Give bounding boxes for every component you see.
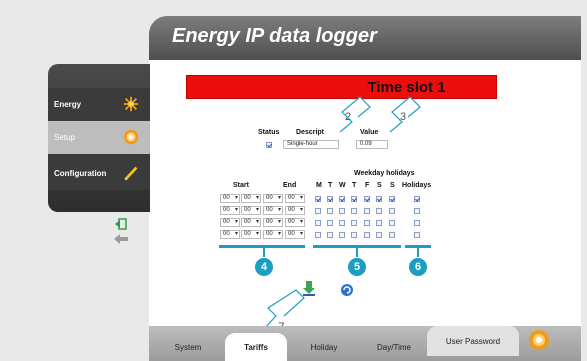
weekday-checkbox[interactable] (389, 196, 395, 202)
holiday-checkbox[interactable] (414, 220, 420, 226)
day-header-m: M (316, 182, 322, 189)
day-header-f: F (365, 182, 370, 189)
refresh-icon[interactable] (340, 283, 354, 297)
end-header: End (283, 182, 297, 189)
holiday-checkbox[interactable] (414, 196, 420, 202)
weekday-checkbox[interactable] (389, 220, 395, 226)
time-select[interactable]: 00 (263, 194, 283, 203)
weekday-checkbox[interactable] (315, 232, 321, 238)
callout-badge-4: 4 (255, 258, 273, 276)
header-panel: Energy IP data logger (149, 16, 581, 60)
tab-holiday[interactable]: Holiday (294, 333, 354, 361)
weekday-holidays-header: Weekday holidays (354, 170, 415, 177)
status-header: Status (258, 129, 280, 136)
time-select[interactable]: 00 (241, 206, 261, 215)
weekday-checkbox[interactable] (389, 232, 395, 238)
weekday-checkbox[interactable] (376, 220, 382, 226)
weekday-checkbox[interactable] (364, 196, 370, 202)
weekday-checkbox[interactable] (364, 232, 370, 238)
settings-gear-icon[interactable] (527, 328, 551, 352)
day-header-t2: T (352, 182, 357, 189)
tab-user-password[interactable]: User Password (427, 326, 519, 356)
weekday-checkbox[interactable] (327, 220, 333, 226)
time-select[interactable]: 00 (220, 230, 240, 239)
time-select[interactable]: 00 (285, 194, 305, 203)
setup-gear-icon (123, 129, 139, 145)
exit-icon[interactable] (114, 218, 128, 230)
weekday-checkbox[interactable] (351, 208, 357, 214)
start-header: Start (233, 182, 249, 189)
app-title: Energy IP data logger (172, 25, 377, 47)
sidebar-item-label: Energy (54, 100, 82, 109)
time-select[interactable]: 00 (263, 218, 283, 227)
day-header-s2: S (390, 182, 395, 189)
weekday-checkbox[interactable] (315, 196, 321, 202)
callout-3-label: 3 (400, 111, 407, 123)
day-header-s: S (377, 182, 382, 189)
callout-badge-6: 6 (409, 258, 427, 276)
weekday-checkbox[interactable] (315, 208, 321, 214)
day-header-t: T (328, 182, 333, 189)
tab-system[interactable]: System (163, 333, 213, 361)
callout-line-4 (219, 245, 305, 248)
sidebar-item-label: Configuration (54, 169, 107, 178)
callout-tick-5 (356, 245, 358, 257)
tab-tariffs[interactable]: Tariffs (225, 333, 287, 361)
energy-sparkle-icon (123, 96, 139, 112)
sidebar-item-setup[interactable]: Setup (48, 121, 150, 154)
weekday-checkbox[interactable] (339, 220, 345, 226)
holiday-checkbox[interactable] (414, 208, 420, 214)
callout-tick-4 (263, 245, 265, 257)
time-select[interactable]: 00 (263, 230, 283, 239)
time-select[interactable]: 00 (285, 206, 305, 215)
time-select[interactable]: 00 (241, 194, 261, 203)
callout-2-label: 2 (345, 111, 352, 123)
weekday-checkbox[interactable] (327, 208, 333, 214)
callout-tick-6 (417, 245, 419, 257)
weekday-checkbox[interactable] (351, 220, 357, 226)
weekday-checkbox[interactable] (376, 208, 382, 214)
callout-badge-5: 5 (348, 258, 366, 276)
weekday-checkbox[interactable] (376, 196, 382, 202)
sidebar-item-configuration[interactable]: Configuration (48, 157, 150, 190)
tab-day-time[interactable]: Day/Time (364, 333, 424, 361)
time-select[interactable]: 00 (241, 230, 261, 239)
weekday-checkbox[interactable] (339, 232, 345, 238)
weekday-checkbox[interactable] (389, 208, 395, 214)
sidebar-item-label: Setup (54, 133, 75, 142)
time-select[interactable]: 00 (220, 194, 240, 203)
weekday-checkbox[interactable] (364, 208, 370, 214)
weekday-checkbox[interactable] (339, 208, 345, 214)
time-select[interactable]: 00 (220, 218, 240, 227)
weekday-checkbox[interactable] (351, 232, 357, 238)
holidays-header: Holidays (402, 182, 432, 189)
weekday-checkbox[interactable] (376, 232, 382, 238)
time-select[interactable]: 00 (285, 218, 305, 227)
time-select[interactable]: 00 (241, 218, 261, 227)
weekday-checkbox[interactable] (327, 232, 333, 238)
sidebar: Energy Setup Configuration (48, 64, 150, 212)
weekday-checkbox[interactable] (351, 196, 357, 202)
holiday-checkbox[interactable] (414, 232, 420, 238)
status-checkbox[interactable] (266, 142, 272, 148)
weekday-checkbox[interactable] (364, 220, 370, 226)
sidebar-item-energy[interactable]: Energy (48, 88, 150, 121)
back-arrow-icon[interactable] (114, 234, 128, 244)
time-select[interactable]: 00 (263, 206, 283, 215)
weekday-checkbox[interactable] (327, 196, 333, 202)
weekday-checkbox[interactable] (339, 196, 345, 202)
time-select[interactable]: 00 (220, 206, 240, 215)
callout-arrows (339, 96, 421, 133)
time-select[interactable]: 00 (285, 230, 305, 239)
weekday-checkbox[interactable] (315, 220, 321, 226)
day-header-w: W (339, 182, 346, 189)
bottom-tab-bar: System Tariffs Holiday Day/Time User Pas… (149, 326, 581, 361)
pencil-icon (124, 166, 138, 181)
